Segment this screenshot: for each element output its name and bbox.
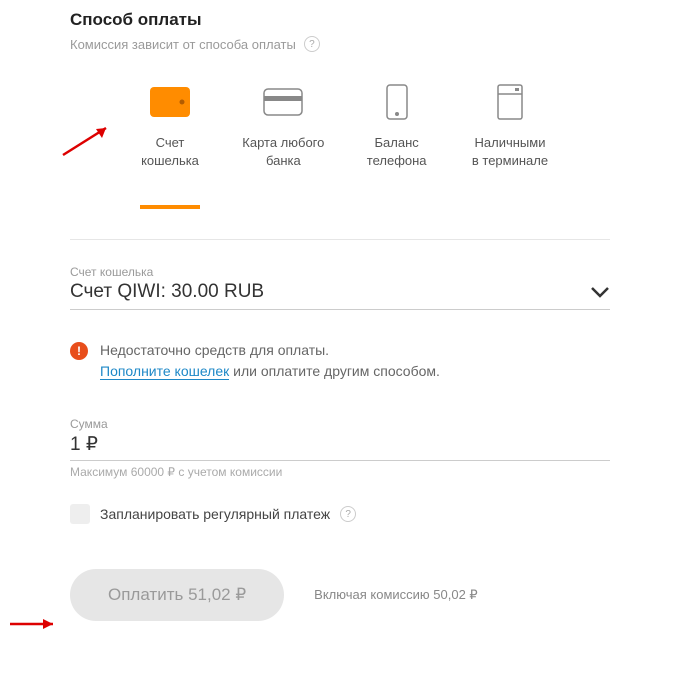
warning-line1: Недостаточно средств для оплаты. bbox=[100, 340, 440, 361]
schedule-label: Запланировать регулярный платеж bbox=[100, 506, 330, 522]
commission-summary: Включая комиссию 50,02 ₽ bbox=[314, 587, 478, 603]
card-label-2: банка bbox=[233, 152, 333, 170]
account-value: Счет QIWI: 30.00 RUB bbox=[70, 281, 264, 303]
cash-label-2: в терминале bbox=[460, 152, 560, 170]
wallet-label-2: кошелька bbox=[120, 152, 220, 170]
pay-button[interactable]: Оплатить 51,02 ₽ bbox=[70, 569, 284, 621]
wallet-icon bbox=[120, 82, 220, 122]
account-select[interactable]: Счет QIWI: 30.00 RUB bbox=[70, 281, 610, 310]
wallet-label-1: Счет bbox=[120, 134, 220, 152]
help-icon[interactable]: ? bbox=[304, 36, 320, 52]
page-title: Способ оплаты bbox=[70, 10, 610, 30]
amount-input[interactable]: 1 ₽ bbox=[70, 433, 610, 461]
help-icon[interactable]: ? bbox=[340, 506, 356, 522]
terminal-icon bbox=[460, 82, 560, 122]
topup-link[interactable]: Пополните кошелек bbox=[100, 363, 229, 380]
card-icon bbox=[233, 82, 333, 122]
payment-method-wallet[interactable]: Счет кошелька bbox=[120, 82, 220, 199]
phone-icon bbox=[347, 82, 447, 122]
amount-value: 1 ₽ bbox=[70, 434, 98, 455]
chevron-down-icon bbox=[590, 282, 610, 303]
commission-note-text: Комиссия зависит от способа оплаты bbox=[70, 37, 296, 52]
amount-hint: Максимум 60000 ₽ с учетом комиссии bbox=[70, 465, 610, 479]
account-label: Счет кошелька bbox=[70, 265, 610, 279]
divider bbox=[70, 239, 610, 240]
card-label-1: Карта любого bbox=[233, 134, 333, 152]
payment-method-card[interactable]: Карта любого банка bbox=[233, 82, 333, 199]
payment-method-phone[interactable]: Баланс телефона bbox=[347, 82, 447, 199]
warning-icon: ! bbox=[70, 342, 88, 360]
cash-label-1: Наличными bbox=[460, 134, 560, 152]
payment-method-cash[interactable]: Наличными в терминале bbox=[460, 82, 560, 199]
amount-label: Сумма bbox=[70, 417, 610, 431]
schedule-checkbox[interactable] bbox=[70, 504, 90, 524]
warning-block: ! Недостаточно средств для оплаты. Попол… bbox=[70, 340, 610, 382]
phone-label-1: Баланс bbox=[347, 134, 447, 152]
payment-method-tabs: Счет кошелька Карта любого банка bbox=[70, 82, 610, 199]
phone-label-2: телефона bbox=[347, 152, 447, 170]
warning-line2-rest: или оплатите другим способом. bbox=[229, 363, 440, 379]
